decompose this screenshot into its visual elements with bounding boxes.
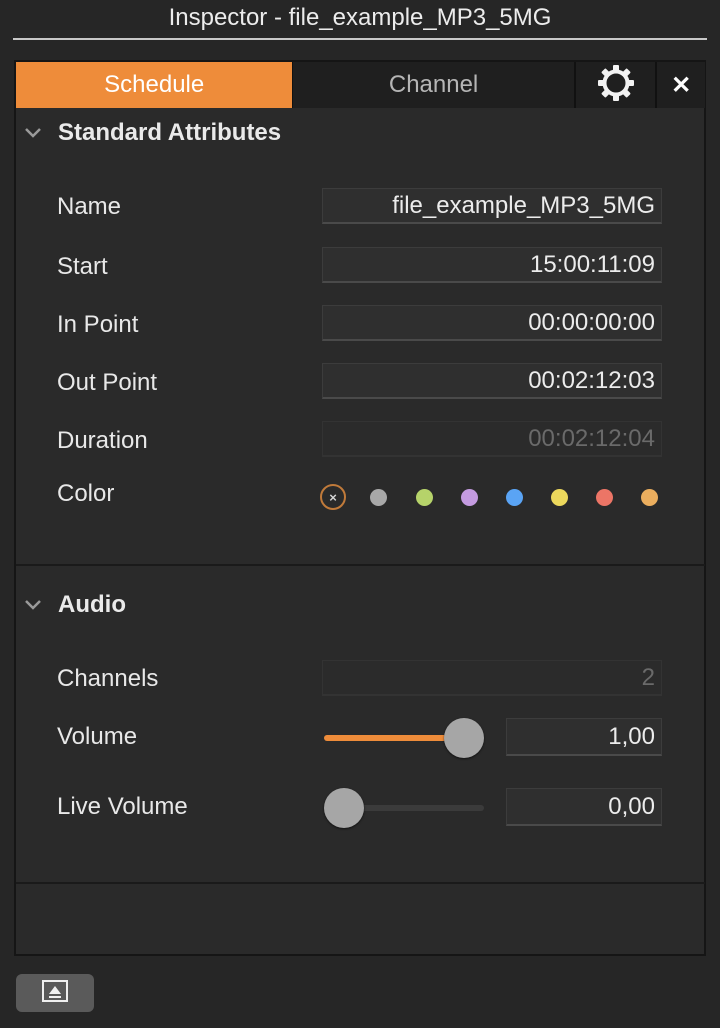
gear-icon — [597, 64, 635, 107]
channels-label: Channels — [57, 665, 159, 692]
color-swatch[interactable] — [551, 489, 568, 506]
close-button[interactable]: ✕ — [655, 62, 705, 108]
color-swatch[interactable] — [370, 489, 387, 506]
start-field[interactable]: 15:00:11:09 — [322, 247, 662, 283]
duration-label: Duration — [57, 427, 148, 454]
volume-fill — [324, 735, 464, 741]
duration-field: 00:02:12:04 — [322, 421, 662, 457]
live-volume-label: Live Volume — [57, 793, 188, 820]
in-point-field[interactable]: 00:00:00:00 — [322, 305, 662, 341]
eject-icon — [41, 979, 69, 1008]
start-label: Start — [57, 253, 108, 280]
in-point-label: In Point — [57, 311, 139, 338]
out-point-label: Out Point — [57, 369, 158, 396]
standard-attributes-header[interactable]: Standard Attributes — [24, 118, 281, 148]
live-volume-knob[interactable] — [324, 788, 364, 828]
no-color-swatch[interactable]: × — [320, 484, 346, 510]
settings-button[interactable] — [573, 62, 656, 108]
name-label: Name — [57, 193, 122, 220]
close-icon: ✕ — [671, 71, 692, 99]
tab-bar: Schedule Channel ✕ — [16, 62, 705, 108]
color-swatch[interactable] — [506, 489, 523, 506]
volume-label: Volume — [57, 723, 138, 750]
volume-knob[interactable] — [444, 718, 484, 758]
color-swatch[interactable] — [641, 489, 658, 506]
title-divider — [13, 38, 707, 40]
color-label: Color — [57, 480, 115, 507]
section-divider — [16, 882, 705, 884]
chevron-down-icon — [24, 595, 44, 615]
color-swatch[interactable] — [596, 489, 613, 506]
eject-button[interactable] — [16, 974, 94, 1012]
color-swatch[interactable] — [416, 489, 433, 506]
out-point-field[interactable]: 00:02:12:03 — [322, 363, 662, 399]
volume-field[interactable]: 1,00 — [506, 718, 662, 756]
clear-icon: × — [329, 489, 337, 505]
tab-schedule[interactable]: Schedule — [16, 62, 293, 108]
tab-channel[interactable]: Channel — [292, 62, 574, 108]
section-title: Audio — [58, 591, 126, 618]
live-volume-field[interactable]: 0,00 — [506, 788, 662, 826]
window-title: Inspector - file_example_MP3_5MG — [168, 4, 552, 31]
section-title: Standard Attributes — [58, 119, 282, 146]
channels-field: 2 — [322, 660, 662, 696]
section-divider — [16, 564, 705, 566]
chevron-down-icon — [24, 123, 44, 143]
audio-header[interactable]: Audio — [24, 590, 126, 620]
name-field[interactable]: file_example_MP3_5MG — [322, 188, 662, 224]
color-swatch[interactable] — [461, 489, 478, 506]
